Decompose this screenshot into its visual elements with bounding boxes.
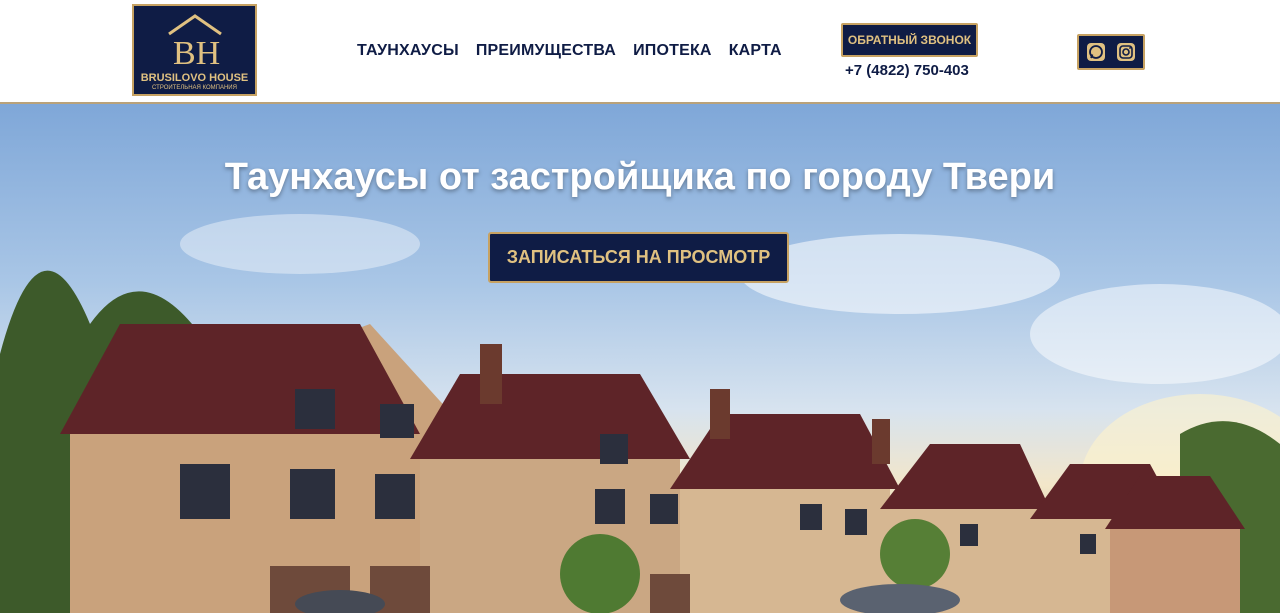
- whatsapp-icon[interactable]: [1086, 42, 1106, 62]
- svg-text:BH: BH: [173, 35, 220, 70]
- main-nav: ТАУНХАУСЫ ПРЕИМУЩЕСТВА ИПОТЕКА КАРТА: [357, 42, 782, 60]
- nav-item-mortgage[interactable]: ИПОТЕКА: [633, 42, 712, 60]
- nav-item-advantages[interactable]: ПРЕИМУЩЕСТВА: [476, 42, 616, 60]
- logo-title: BRUSILOVO HOUSE: [140, 72, 249, 84]
- instagram-icon[interactable]: [1116, 42, 1136, 62]
- phone-link[interactable]: +7 (4822) 750-403: [845, 62, 969, 79]
- nav-item-map[interactable]: КАРТА: [729, 42, 782, 60]
- site-header: BH BRUSILOVO HOUSE СТРОИТЕЛЬНАЯ КОМПАНИЯ…: [0, 0, 1280, 104]
- hero-title: Таунхаусы от застройщика по городу Твери: [224, 156, 1056, 198]
- house-logo-icon: BH: [168, 14, 222, 70]
- nav-item-townhouses[interactable]: ТАУНХАУСЫ: [357, 42, 459, 60]
- logo-subtitle: СТРОИТЕЛЬНАЯ КОМПАНИЯ: [152, 85, 237, 91]
- book-viewing-button[interactable]: ЗАПИСАТЬСЯ НА ПРОСМОТР: [488, 232, 789, 283]
- callback-button[interactable]: ОБРАТНЫЙ ЗВОНОК: [841, 23, 978, 57]
- social-links: [1077, 34, 1145, 70]
- hero-section: Таунхаусы от застройщика по городу Твери…: [0, 104, 1280, 613]
- logo[interactable]: BH BRUSILOVO HOUSE СТРОИТЕЛЬНАЯ КОМПАНИЯ: [132, 4, 257, 96]
